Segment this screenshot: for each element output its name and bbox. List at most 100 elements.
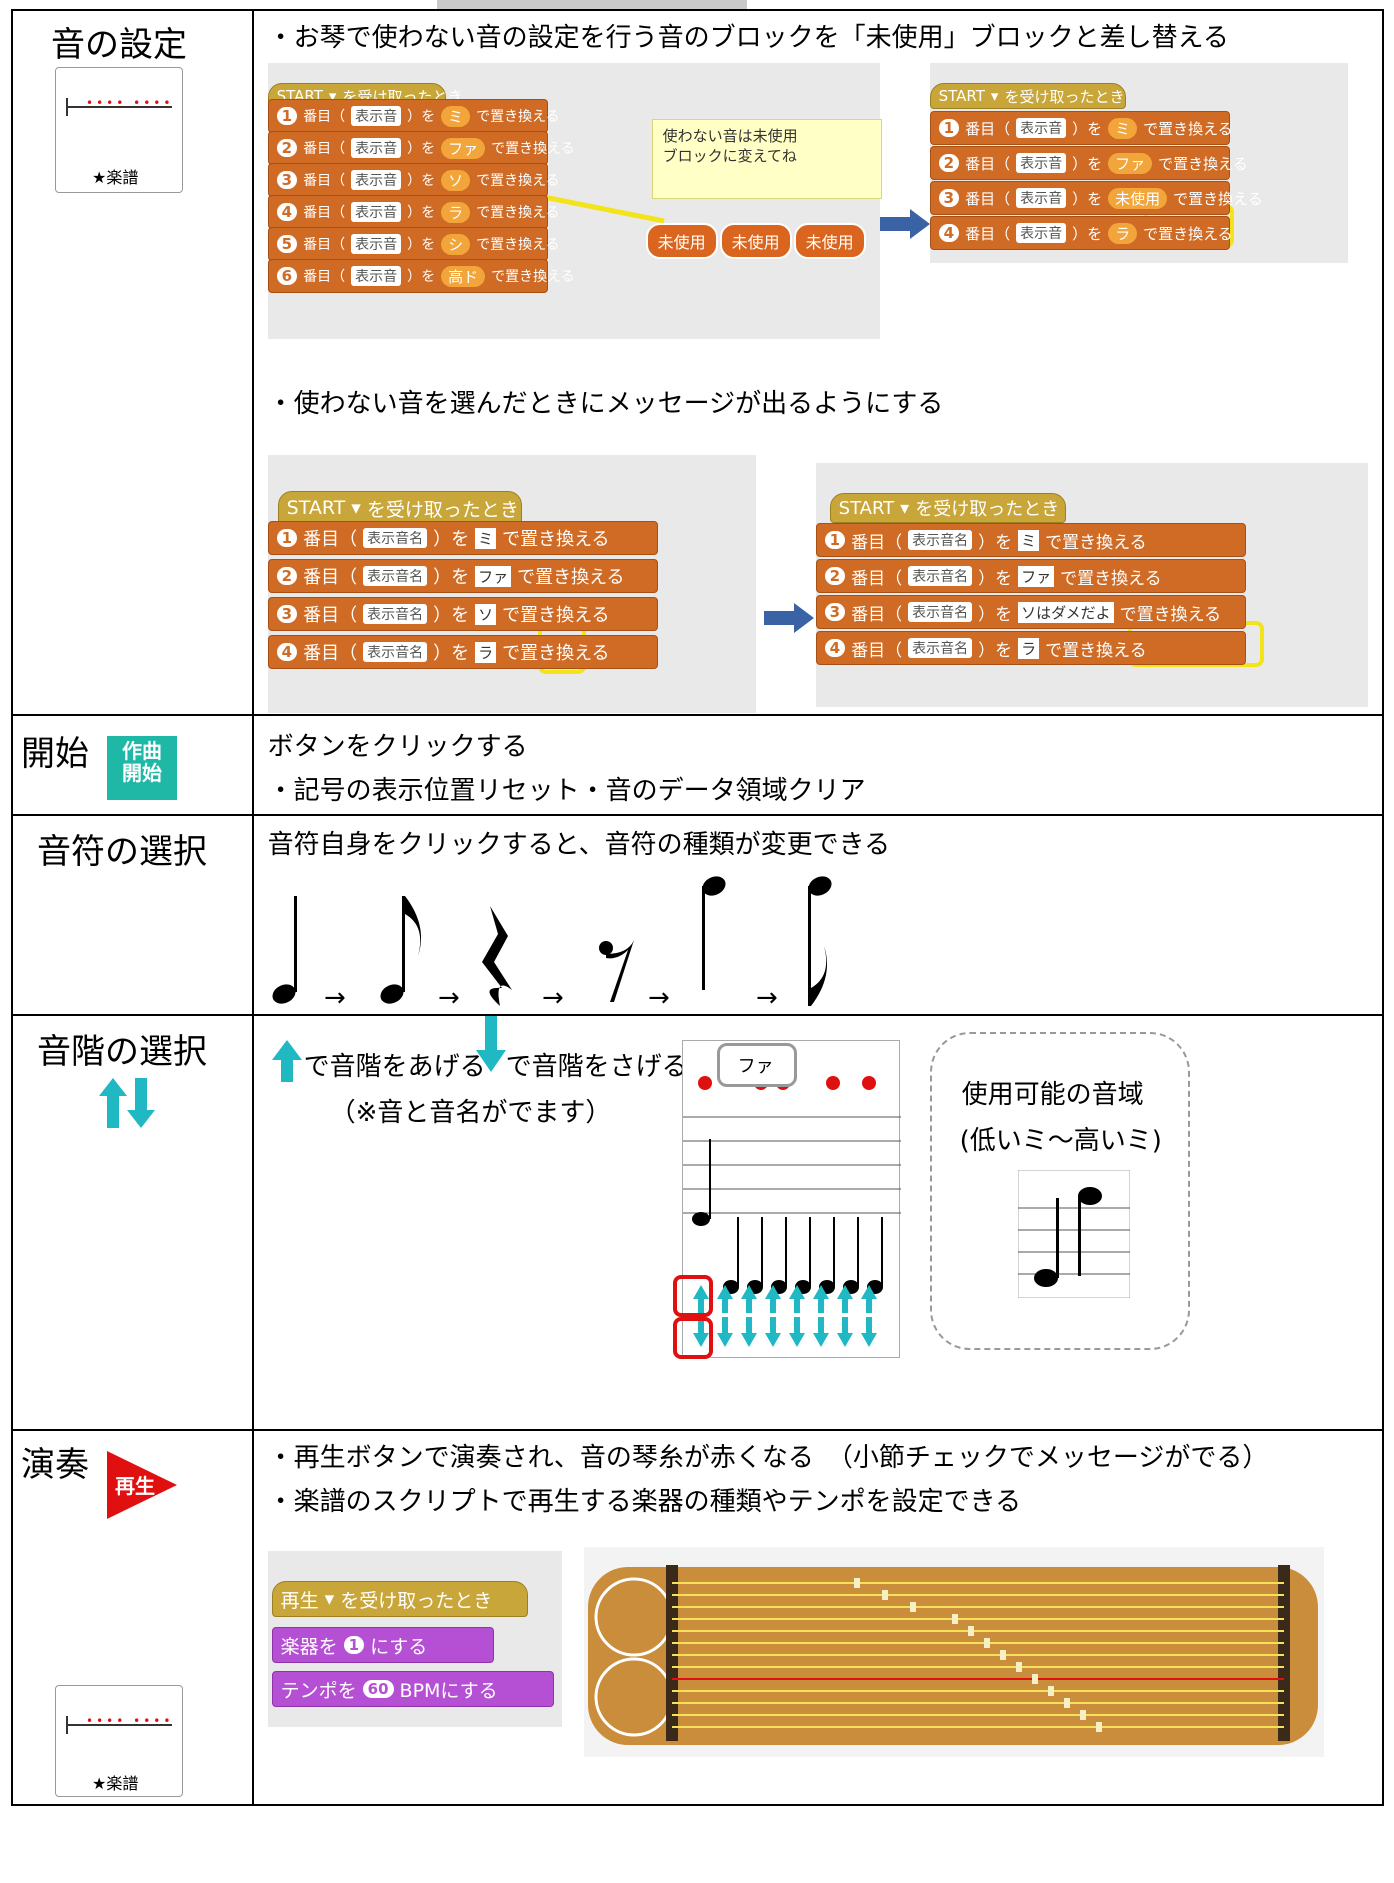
block-note[interactable]: ラ <box>441 201 471 223</box>
block-text: ）を <box>407 237 436 253</box>
block-field[interactable]: 表示音 <box>1016 118 1067 138</box>
block-index[interactable]: 2 <box>824 567 846 585</box>
block-field[interactable]: 表示音 <box>351 266 402 286</box>
block-text: 番目（ <box>965 154 1011 173</box>
block-note[interactable]: ファ <box>475 565 512 587</box>
replace-block[interactable]: 1 番目（ 表示音名 ）をミで置き換える <box>267 521 658 555</box>
tempo-block[interactable]: テンポを 60 BPMにする <box>271 1671 554 1707</box>
compose-start-button[interactable]: 作曲 開始 <box>107 736 177 800</box>
block-field[interactable]: 表示音名 <box>908 530 973 550</box>
block-note[interactable]: ミ <box>441 105 471 127</box>
block-note[interactable]: ミ <box>1018 529 1040 551</box>
block-note[interactable]: 高ド <box>441 265 486 287</box>
block-index[interactable]: 3 <box>276 605 298 623</box>
play-button-icon[interactable]: 再生 <box>107 1451 177 1519</box>
block-text: 番目（ <box>851 604 903 625</box>
hat-block-after-2[interactable]: START ▾ を受け取ったとき <box>829 493 1066 523</box>
scale-down-arrow-icon <box>764 1317 781 1347</box>
block-index[interactable]: 1 <box>824 531 846 549</box>
comment-note[interactable]: 使わない音は未使用 ブロックに変えてね <box>651 119 882 199</box>
block-note[interactable]: ミ <box>475 527 497 549</box>
unused-block-2[interactable]: 未使用 <box>719 223 792 259</box>
block-index[interactable]: 1 <box>938 119 960 137</box>
replace-block[interactable]: 4 番目（ 表示音 ）をラで置き換える <box>267 195 560 229</box>
block-note[interactable]: ソ <box>475 603 497 625</box>
replace-block[interactable]: 1 番目（ 表示音名 ）をミで置き換える <box>815 523 1246 557</box>
unused-block-3[interactable]: 未使用 <box>793 223 866 259</box>
block-field[interactable]: 表示音名 <box>908 602 973 622</box>
replace-block[interactable]: 2 番目（ 表示音 ）を ファ で置き換える <box>267 131 575 165</box>
block-note[interactable]: シ <box>441 233 471 255</box>
block-note[interactable]: ソ <box>441 169 471 191</box>
block-field[interactable]: 表示音 <box>351 106 402 126</box>
block-index[interactable]: 1 <box>276 107 298 125</box>
block-field[interactable]: 表示音名 <box>363 528 428 548</box>
replace-block[interactable]: 3 番目（ 表示音名 ）を ソはダメだよ で置き換える <box>815 595 1246 629</box>
score-thumbnail[interactable]: •••• •••• ★楽譜 <box>55 67 183 193</box>
replace-block[interactable]: 2 番目（ 表示音名 ）を ファ で置き換える <box>815 559 1246 593</box>
replace-block[interactable]: 5 番目（ 表示音 ）をシで置き換える <box>267 227 560 261</box>
block-field[interactable]: 表示音 <box>1016 223 1067 243</box>
block-index[interactable]: 4 <box>276 203 298 221</box>
row1-line2: ・使わない音を選んだときにメッセージが出るようにする <box>267 389 944 419</box>
block-field[interactable]: 表示音名 <box>908 566 973 586</box>
block-note[interactable]: ラ <box>1108 222 1138 244</box>
block-field[interactable]: 表示音名 <box>363 604 428 624</box>
block-note[interactable]: ファ <box>441 137 486 159</box>
block-index[interactable]: 2 <box>938 154 960 172</box>
replace-block[interactable]: 2 番目（ 表示音 ）を ファ で置き換える <box>929 146 1248 180</box>
block-index[interactable]: 6 <box>276 267 298 285</box>
replace-block[interactable]: 3 番目（ 表示音 ）をソで置き換える <box>267 163 560 197</box>
block-note[interactable]: ラ <box>1018 637 1040 659</box>
koto-bridge <box>853 1578 860 1588</box>
block-note[interactable]: ソはダメだよ <box>1018 601 1114 623</box>
block-index[interactable]: 4 <box>824 639 846 657</box>
block-field[interactable]: 表示音 <box>351 234 402 254</box>
block-field[interactable]: 表示音 <box>1016 153 1067 173</box>
block-note[interactable]: ファ <box>1108 152 1153 174</box>
block-field[interactable]: 表示音名 <box>363 642 428 662</box>
block-field[interactable]: 表示音名 <box>908 638 973 658</box>
block-index[interactable]: 4 <box>276 643 298 661</box>
block-note[interactable]: ミ <box>1108 117 1138 139</box>
block-index[interactable]: 4 <box>938 224 960 242</box>
highlight-up-button <box>672 1275 713 1317</box>
score-thumbnail-2[interactable]: •••• •••• ★楽譜 <box>55 1685 183 1797</box>
block-note[interactable]: ラ <box>475 641 497 663</box>
instrument-block[interactable]: 楽器を 1 にする <box>271 1627 494 1663</box>
block-text: で置き換える <box>1173 189 1263 208</box>
block-note[interactable]: ファ <box>1018 565 1055 587</box>
replace-block[interactable]: 4 番目（ 表示音名 ）をラで置き換える <box>267 635 658 669</box>
block-index[interactable]: 2 <box>276 139 298 157</box>
block-text: ）を <box>433 567 470 588</box>
replace-block[interactable]: 4 番目（ 表示音 ）をラで置き換える <box>929 216 1233 250</box>
block-index[interactable]: 3 <box>276 171 298 189</box>
block-field[interactable]: 表示音 <box>351 202 402 222</box>
down-arrow-icon <box>475 1016 506 1072</box>
koto-bridge <box>999 1650 1006 1660</box>
hat-block-after[interactable]: START ▾ を受け取ったとき <box>929 83 1126 109</box>
block-index[interactable]: 3 <box>824 603 846 621</box>
block-text: ）を <box>407 109 436 125</box>
block-index[interactable]: 5 <box>276 235 298 253</box>
replace-block[interactable]: 6 番目（ 表示音 ）を 高ド で置き換える <box>267 259 575 293</box>
koto-bridge <box>1063 1698 1070 1708</box>
block-index[interactable]: 2 <box>276 567 298 585</box>
block-field[interactable]: 表示音 <box>351 138 402 158</box>
block-field[interactable]: 表示音 <box>351 170 402 190</box>
replace-block[interactable]: 4 番目（ 表示音名 ）をラで置き換える <box>815 631 1246 665</box>
replace-block[interactable]: 3 番目（ 表示音名 ）をソで置き換える <box>267 597 658 631</box>
block-note[interactable]: 未使用 <box>1108 187 1168 209</box>
block-field[interactable]: 表示音 <box>1016 188 1067 208</box>
block-index[interactable]: 3 <box>938 189 960 207</box>
block-index[interactable]: 1 <box>276 529 298 547</box>
block-field[interactable]: 表示音名 <box>363 566 428 586</box>
koto-bridge <box>909 1602 916 1612</box>
play-hat-block[interactable]: 再生 ▾ を受け取ったとき <box>271 1581 528 1617</box>
block-text: で置き換える <box>476 109 560 125</box>
replace-block[interactable]: 3 番目（ 表示音 ）を 未使用 で置き換える <box>929 181 1263 215</box>
replace-block[interactable]: 1 番目（ 表示音 ）をミで置き換える <box>929 111 1233 145</box>
replace-block[interactable]: 1 番目（ 表示音 ）をミで置き換える <box>267 99 560 133</box>
replace-block[interactable]: 2 番目（ 表示音名 ）を ファ で置き換える <box>267 559 658 593</box>
hat-block-2[interactable]: START ▾ を受け取ったとき <box>277 491 522 525</box>
